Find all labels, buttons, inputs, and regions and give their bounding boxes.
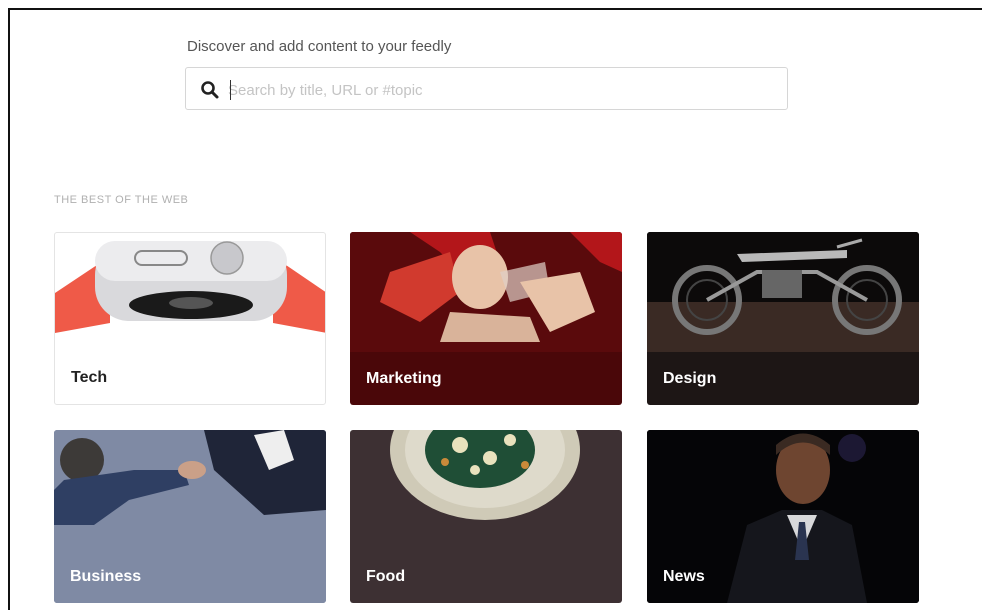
topic-label: Business xyxy=(70,568,142,585)
topic-card-business[interactable]: Business xyxy=(54,430,326,603)
woman-drinking-image xyxy=(350,232,622,352)
search-input[interactable] xyxy=(226,76,770,104)
topic-card-design[interactable]: Design xyxy=(647,232,919,405)
topic-label: News xyxy=(663,568,705,585)
topic-label: Food xyxy=(366,568,406,585)
section-label: THE BEST OF THE WEB xyxy=(54,194,189,206)
topic-label: Marketing xyxy=(366,370,442,387)
smartwatch-image xyxy=(55,241,325,333)
salad-plate-image xyxy=(390,430,580,520)
topic-label: Tech xyxy=(71,369,108,386)
discover-prompt: Discover and add content to your feedly xyxy=(187,38,452,55)
search-box[interactable] xyxy=(185,67,788,110)
text-caret xyxy=(230,80,231,100)
topic-card-marketing[interactable]: Marketing xyxy=(350,232,622,405)
search-icon xyxy=(201,81,219,99)
topic-label: Design xyxy=(663,370,717,387)
motorcycle-image xyxy=(647,232,919,352)
topic-card-food[interactable]: Food xyxy=(350,430,622,603)
topic-card-tech[interactable]: Tech xyxy=(54,232,326,405)
topic-card-news[interactable]: News xyxy=(647,430,919,603)
